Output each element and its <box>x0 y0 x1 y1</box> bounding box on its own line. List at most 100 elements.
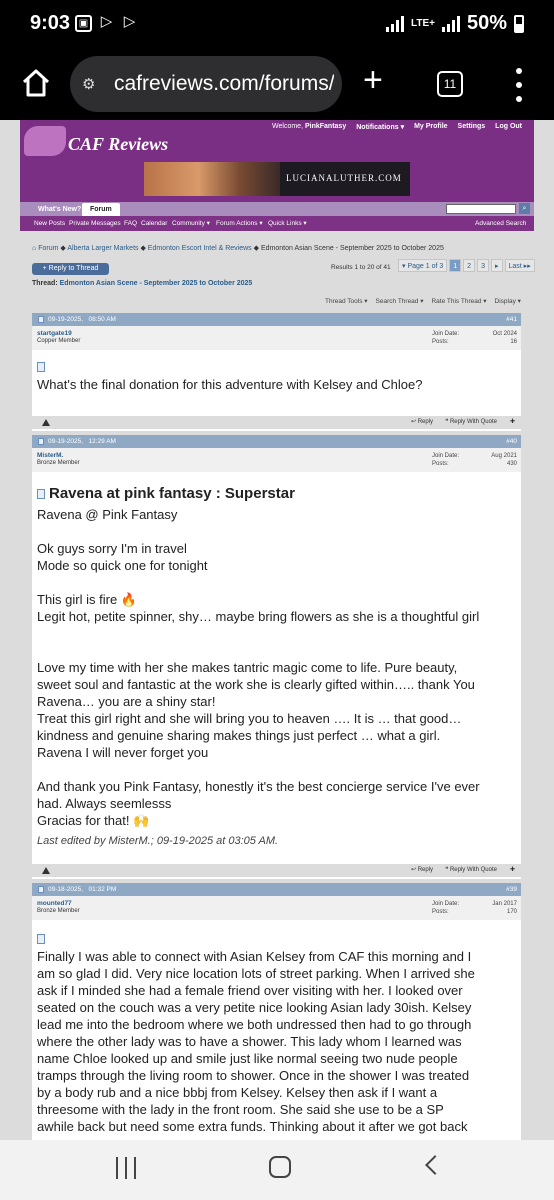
thread-tools-menu[interactable]: Thread Tools ▾ <box>325 297 368 305</box>
welcome-text: Welcome, PinkFantasy <box>272 123 347 130</box>
url-text[interactable]: cafreviews.com/forums/sl <box>114 72 334 96</box>
notification-icons: ▣ ▷ ▷ <box>75 13 138 32</box>
battery-percent: 50% <box>466 12 507 34</box>
reply-to-thread-button[interactable]: + Reply to Thread <box>32 263 109 275</box>
site-logo[interactable]: CAF Reviews <box>24 126 170 160</box>
logo-mark <box>24 126 66 156</box>
status-right: LTE+ 50% <box>385 12 524 35</box>
reply-with-quote-button[interactable]: ❝ Reply With Quote <box>445 416 497 429</box>
post: 09-18-2025, 01:32 PM #39 mounted77 Bronz… <box>32 883 521 1140</box>
page-2[interactable]: 2 <box>463 259 476 272</box>
post-header: 09-19-2025, 12:29 AM #40 <box>32 435 521 448</box>
page-dropdown[interactable]: ▾ Page 1 of 3 <box>398 259 448 272</box>
recent-apps-icon[interactable] <box>116 1157 136 1179</box>
multi-quote-icon[interactable]: ✚ <box>510 416 515 429</box>
multi-quote-icon[interactable]: ✚ <box>510 864 515 877</box>
user-info: startgate19 Copper Member Join Date: Post… <box>32 326 521 350</box>
calendar-link[interactable]: Calendar <box>141 216 167 231</box>
browser-toolbar: ⚙ cafreviews.com/forums/sl + 11 <box>0 50 554 120</box>
tab-whats-new[interactable]: What's New? <box>30 203 89 216</box>
clock: 9:03 <box>30 12 71 34</box>
user-links: Welcome, PinkFantasy Notifications ▾ My … <box>272 123 522 131</box>
display-menu[interactable]: Display ▾ <box>495 297 521 305</box>
search-input[interactable] <box>446 204 516 214</box>
post-number[interactable]: #40 <box>506 435 517 448</box>
post-count: 170 <box>506 909 517 915</box>
advanced-search-link[interactable]: Advanced Search <box>475 216 526 231</box>
reply-button[interactable]: ↩ Reply <box>411 864 433 877</box>
post-date: 09-18-2025, <box>48 886 84 893</box>
more-menu-icon[interactable] <box>512 68 526 102</box>
user-rank: Copper Member <box>37 338 81 344</box>
post-text: What's the final donation for this adven… <box>37 377 423 392</box>
tab-forum[interactable]: Forum <box>82 203 120 216</box>
join-date: Aug 2021 <box>491 453 517 459</box>
post-number[interactable]: #41 <box>506 313 517 326</box>
username[interactable]: MisterM. <box>37 452 63 459</box>
tab-switcher-button[interactable]: 11 <box>437 71 463 97</box>
site-settings-icon[interactable]: ⚙ <box>82 75 104 93</box>
page-1[interactable]: 1 <box>449 259 462 272</box>
breadcrumb-current: Edmonton Asian Scene - September 2025 to… <box>260 245 444 252</box>
breadcrumb-alberta[interactable]: Alberta Larger Markets <box>67 245 138 252</box>
post-body: Finally I was able to connect with Asian… <box>37 929 517 1135</box>
profile-link[interactable]: My Profile <box>414 123 447 131</box>
post-date: 09-19-2025, <box>48 316 84 323</box>
gallery-icon: ▣ <box>75 15 92 32</box>
play-icon: ▷ <box>123 13 136 30</box>
ad-banner[interactable]: LUCIANALUTHER.COM <box>144 162 410 196</box>
breadcrumb-edmonton[interactable]: Edmonton Escort Intel & Reviews <box>148 245 252 252</box>
post-body: Ravena at pink fantasy : Superstar Raven… <box>37 485 517 850</box>
reply-button[interactable]: ↩ Reply <box>411 416 433 429</box>
faq-link[interactable]: FAQ <box>124 216 137 231</box>
post-time: 12:29 AM <box>88 438 116 445</box>
thread-title-link[interactable]: Edmonton Asian Scene - September 2025 to… <box>60 280 253 287</box>
user-info: MisterM. Bronze Member Join Date: Posts: … <box>32 448 521 472</box>
thread-tools: Thread Tools ▾ Search Thread ▾ Rate This… <box>325 297 521 305</box>
new-posts-link[interactable]: New Posts <box>34 216 65 231</box>
username[interactable]: mounted77 <box>37 900 72 907</box>
notifications-link[interactable]: Notifications ▾ <box>356 123 404 131</box>
report-icon[interactable] <box>42 419 50 426</box>
forum-actions-menu[interactable]: Forum Actions ▾ <box>216 216 263 231</box>
last-page[interactable]: Last ▸▸ <box>504 259 535 272</box>
post-icon <box>37 489 45 500</box>
post-text: Ravena @ Pink Fantasy Ok guys sorry I'm … <box>37 507 480 828</box>
search-thread-menu[interactable]: Search Thread ▾ <box>376 297 424 305</box>
post-footer: ↩ Reply ❝ Reply With Quote ✚ <box>32 864 521 877</box>
username[interactable]: startgate19 <box>37 330 72 337</box>
logout-link[interactable]: Log Out <box>495 123 522 131</box>
thread-title: Thread: Edmonton Asian Scene - September… <box>32 280 253 287</box>
rate-thread-menu[interactable]: Rate This Thread ▾ <box>431 297 486 305</box>
breadcrumb: ⌂ Forum ◆ Alberta Larger Markets ◆ Edmon… <box>32 245 444 252</box>
system-nav-bar <box>0 1140 554 1200</box>
user-info: mounted77 Bronze Member Join Date: Posts:… <box>32 896 521 920</box>
settings-link[interactable]: Settings <box>458 123 486 131</box>
post-icon <box>37 933 45 944</box>
breadcrumb-forum[interactable]: Forum <box>38 245 58 252</box>
post-count: 16 <box>510 339 517 345</box>
home-icon[interactable]: ⌂ <box>32 245 36 252</box>
pagination: ▾ Page 1 of 3 1 2 3 ▸ Last ▸▸ <box>398 259 535 272</box>
post-title: Ravena at pink fantasy : Superstar <box>37 485 517 502</box>
private-messages-link[interactable]: Private Messages <box>69 216 121 231</box>
search-icon[interactable]: ⌕ <box>519 203 530 214</box>
address-bar[interactable]: ⚙ cafreviews.com/forums/sl <box>70 56 342 112</box>
next-page[interactable]: ▸ <box>490 259 503 272</box>
home-icon[interactable] <box>20 67 52 99</box>
post-number[interactable]: #39 <box>506 883 517 896</box>
network-type: LTE+ <box>410 17 435 29</box>
page-3[interactable]: 3 <box>477 259 489 272</box>
site-header: CAF Reviews Welcome, PinkFantasy Notific… <box>20 120 534 202</box>
new-tab-button[interactable]: + <box>363 62 383 98</box>
back-icon[interactable] <box>425 1155 445 1175</box>
post-body: What's the final donation for this adven… <box>37 357 423 393</box>
report-icon[interactable] <box>42 867 50 874</box>
post: 09-19-2025, 12:29 AM #40 MisterM. Bronze… <box>32 435 521 879</box>
community-menu[interactable]: Community ▾ <box>172 216 210 231</box>
quick-links-menu[interactable]: Quick Links ▾ <box>268 216 307 231</box>
reply-with-quote-button[interactable]: ❝ Reply With Quote <box>445 864 497 877</box>
battery-icon <box>514 14 524 33</box>
home-button-icon[interactable] <box>269 1156 291 1178</box>
results-count: Results 1 to 20 of 41 <box>331 264 391 271</box>
